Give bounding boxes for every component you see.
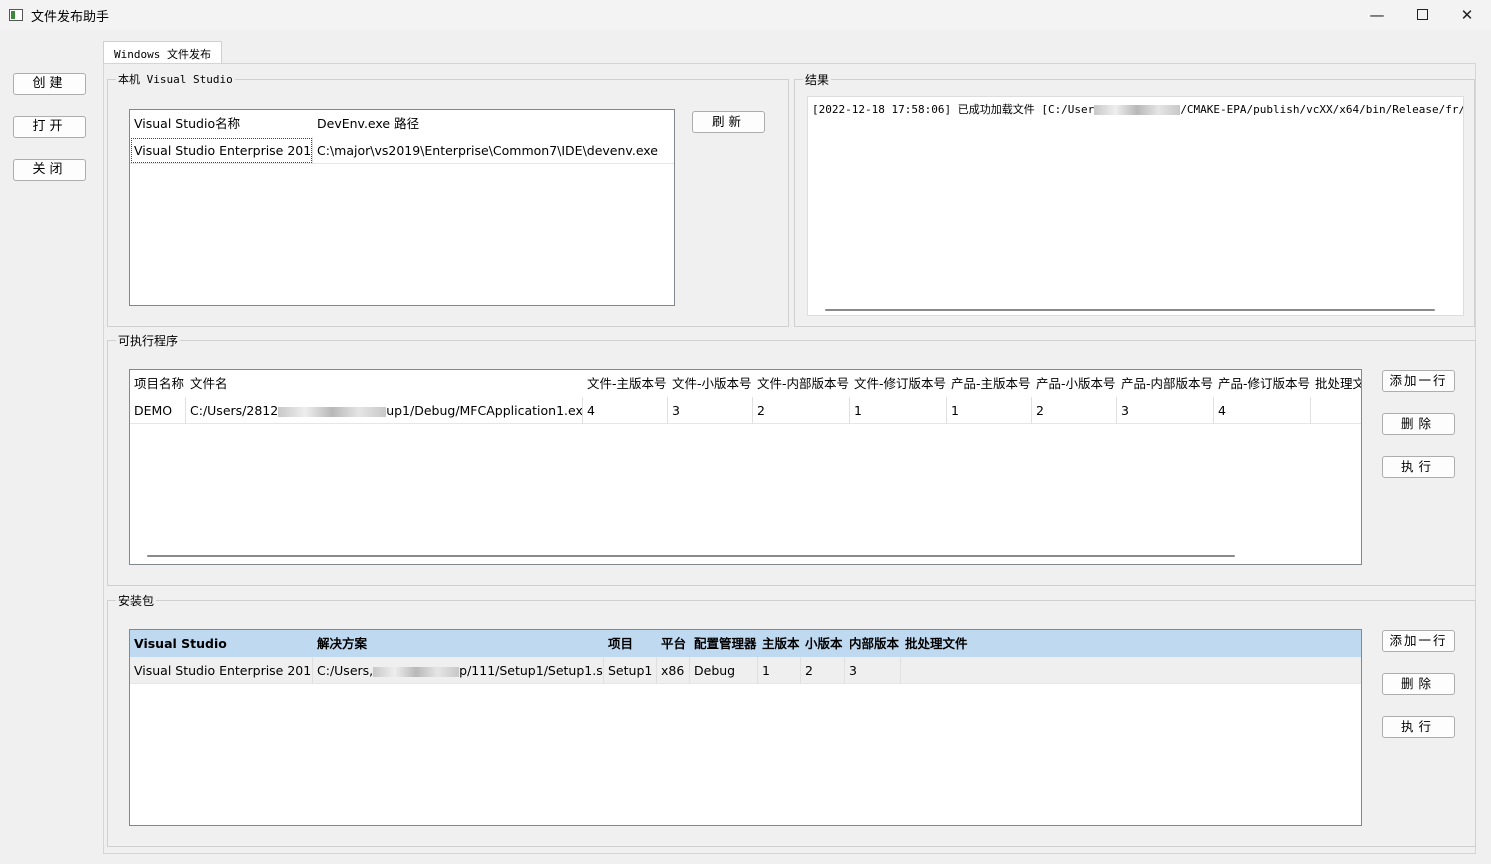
table-cell[interactable]: Debug [690, 657, 758, 684]
column-header[interactable]: 文件-修订版本号 [850, 370, 947, 397]
maximize-icon [1416, 9, 1428, 20]
vs-group-title: 本机 Visual Studio [116, 71, 235, 87]
column-header[interactable]: 产品-小版本号 [1032, 370, 1117, 397]
column-header[interactable]: DevEnv.exe 路径 [313, 110, 674, 137]
pkg-add-row-button[interactable]: 添加一行 [1382, 630, 1455, 652]
column-header[interactable]: 文件名 [186, 370, 583, 397]
column-header[interactable]: 产品-修订版本号 [1214, 370, 1311, 397]
table-cell[interactable]: x86 [657, 657, 690, 684]
window-title: 文件发布助手 [31, 10, 110, 25]
create-button[interactable]: 创建 [13, 73, 86, 95]
column-header[interactable]: 产品-内部版本号 [1117, 370, 1214, 397]
table-cell[interactable]: 4 [583, 397, 668, 424]
table-cell[interactable]: 3 [668, 397, 753, 424]
column-header[interactable]: 批处理文件 [901, 630, 1021, 657]
exe-add-row-button[interactable]: 添加一行 [1382, 370, 1455, 392]
column-header[interactable]: 文件-主版本号 [583, 370, 668, 397]
column-header[interactable]: 批处理文 [1311, 370, 1361, 397]
table-cell[interactable]: Setup1 [604, 657, 657, 684]
column-header[interactable]: 文件-内部版本号 [753, 370, 850, 397]
redacted-region [278, 406, 387, 417]
tab-pane: 本机 Visual Studio Visual Studio名称 DevEnv.… [103, 63, 1476, 854]
result-output[interactable]: [2022-12-18 17:58:06] 已成功加载文件 [C:/User/C… [807, 96, 1464, 316]
redacted-region [1094, 105, 1181, 115]
table-cell[interactable]: 1 [758, 657, 801, 684]
tab-windows-publish[interactable]: Windows 文件发布 [103, 41, 222, 64]
exe-group-title: 可执行程序 [116, 332, 181, 349]
table-cell[interactable]: C:/Users/2812 up1/Debug/MFCApplication1.e… [186, 397, 583, 424]
table-cell[interactable]: 3 [845, 657, 901, 684]
refresh-button[interactable]: 刷新 [692, 111, 765, 133]
result-group: 结果 [2022-12-18 17:58:06] 已成功加载文件 [C:/Use… [794, 71, 1475, 327]
table-cell[interactable]: 2 [1032, 397, 1117, 424]
vs-group: 本机 Visual Studio Visual Studio名称 DevEnv.… [107, 71, 789, 327]
title-bar: 文件发布助手 — ✕ [0, 0, 1491, 30]
exe-table-header: 项目名称 文件名 文件-主版本号 文件-小版本号 文件-内部版本号 文件-修订版… [130, 370, 1361, 397]
exe-group: 可执行程序 项目名称 文件名 文件-主版本号 文件-小版本号 文件-内部版本号 … [107, 332, 1476, 586]
column-header[interactable]: 解决方案 [313, 630, 604, 657]
pkg-table-header: Visual Studio 解决方案 项目 平台 配置管理器 主版本 小版本 内… [130, 630, 1361, 657]
redacted-region [373, 666, 460, 677]
column-header[interactable]: Visual Studio [130, 630, 313, 657]
column-header[interactable]: 项目名称 [130, 370, 186, 397]
app-icon [9, 9, 23, 21]
pkg-delete-button[interactable]: 删除 [1382, 673, 1455, 695]
column-header[interactable]: 小版本 [801, 630, 845, 657]
horizontal-scrollbar[interactable] [825, 309, 1435, 311]
result-group-title: 结果 [803, 71, 832, 88]
column-header[interactable]: 文件-小版本号 [668, 370, 753, 397]
column-header[interactable]: 产品-主版本号 [947, 370, 1032, 397]
horizontal-scrollbar[interactable] [147, 555, 1235, 557]
vs-table-header: Visual Studio名称 DevEnv.exe 路径 [130, 110, 674, 137]
column-header[interactable]: 配置管理器 [690, 630, 758, 657]
table-row[interactable]: Visual Studio Enterprise 2019 C:\major\v… [130, 137, 674, 164]
pkg-group-title: 安装包 [116, 592, 157, 609]
exe-delete-button[interactable]: 删除 [1382, 413, 1455, 435]
exe-table[interactable]: 项目名称 文件名 文件-主版本号 文件-小版本号 文件-内部版本号 文件-修订版… [129, 369, 1362, 565]
table-cell[interactable]: 3 [1117, 397, 1214, 424]
column-header[interactable]: 项目 [604, 630, 657, 657]
table-cell[interactable]: 1 [947, 397, 1032, 424]
table-cell[interactable]: 2 [753, 397, 850, 424]
column-header[interactable]: 平台 [657, 630, 690, 657]
close-button[interactable]: 关闭 [13, 159, 86, 181]
column-header[interactable]: 主版本 [758, 630, 801, 657]
table-cell[interactable]: 1 [850, 397, 947, 424]
open-button[interactable]: 打开 [13, 116, 86, 138]
exe-run-button[interactable]: 执行 [1382, 456, 1455, 478]
table-cell[interactable]: Visual Studio Enterprise 2019 [130, 657, 313, 684]
table-cell[interactable]: C:/Users, p/111/Setup1/Setup1.sln [313, 657, 604, 684]
table-cell[interactable]: Visual Studio Enterprise 2019 [130, 137, 313, 164]
table-cell[interactable]: 4 [1214, 397, 1311, 424]
pkg-run-button[interactable]: 执行 [1382, 716, 1455, 738]
table-cell[interactable] [1311, 397, 1361, 424]
minimize-button[interactable]: — [1354, 0, 1400, 30]
close-window-button[interactable]: ✕ [1444, 0, 1490, 30]
vs-table[interactable]: Visual Studio名称 DevEnv.exe 路径 Visual Stu… [129, 109, 675, 306]
table-cell[interactable]: DEMO [130, 397, 186, 424]
table-cell[interactable]: C:\major\vs2019\Enterprise\Common7\IDE\d… [313, 137, 674, 164]
table-cell[interactable]: 2 [801, 657, 845, 684]
maximize-button[interactable] [1399, 0, 1445, 30]
table-row[interactable]: Visual Studio Enterprise 2019 C:/Users, p… [130, 657, 1361, 684]
pkg-table[interactable]: Visual Studio 解决方案 项目 平台 配置管理器 主版本 小版本 内… [129, 629, 1362, 826]
pkg-group: 安装包 Visual Studio 解决方案 项目 平台 配置管理器 主版本 小… [107, 592, 1476, 847]
column-header[interactable]: 内部版本 [845, 630, 901, 657]
table-row[interactable]: DEMO C:/Users/2812 up1/Debug/MFCApplicati… [130, 397, 1361, 424]
result-line: [2022-12-18 17:58:06] 已成功加载文件 [C:/User/C… [812, 103, 1463, 116]
column-header[interactable]: Visual Studio名称 [130, 110, 313, 137]
